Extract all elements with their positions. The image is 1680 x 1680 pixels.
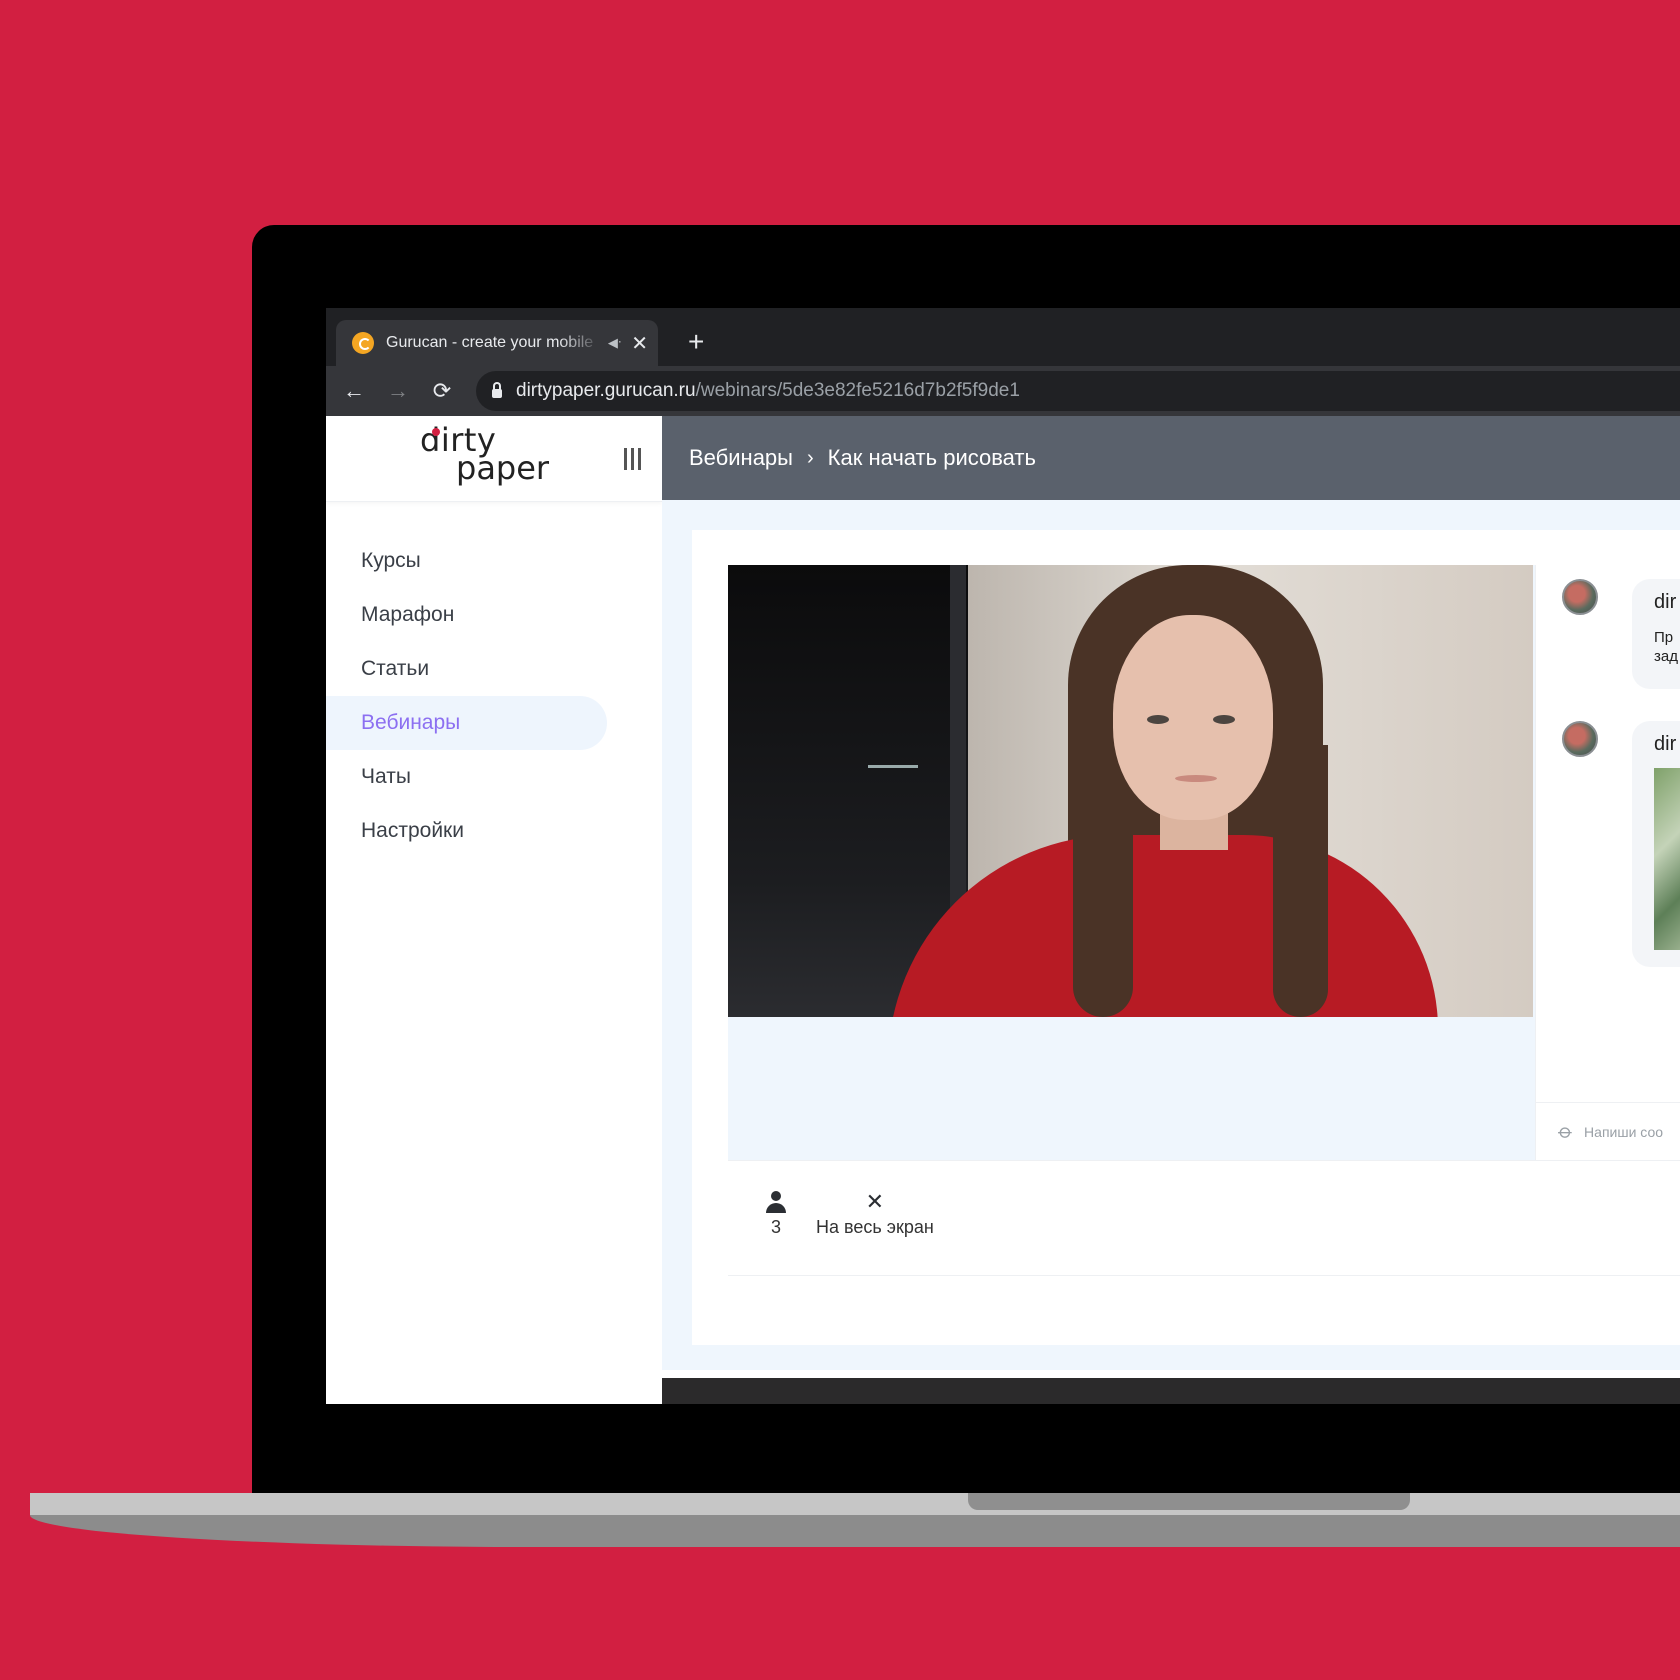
message-bubble: dir Пр зад	[1632, 579, 1680, 689]
menu-toggle-icon[interactable]	[624, 448, 641, 470]
logo-line2: paper	[456, 449, 550, 487]
laptop-base	[30, 1493, 1680, 1515]
browser-toolbar: ← → ⟳ dirtypaper.gurucan.ru/webinars/5de…	[326, 366, 1680, 416]
user-icon	[766, 1191, 786, 1213]
message-author: dir	[1654, 733, 1677, 755]
sidebar-item-webinars[interactable]: Вебинары	[326, 696, 607, 750]
message-bubble: dir	[1632, 721, 1680, 967]
fullscreen-icon: ✕	[865, 1189, 885, 1214]
back-button[interactable]: ←	[332, 378, 376, 404]
dirtypaper-logo[interactable]: dirty paper	[420, 424, 549, 484]
chat-input-placeholder: Напиши соо	[1584, 1123, 1664, 1140]
tab-close-button[interactable]: ✕	[631, 331, 648, 356]
viewers-counter: 3	[766, 1191, 786, 1238]
chat-panel: dir Пр зад dir ⌀ Напиши соо	[1535, 565, 1680, 1160]
new-tab-button[interactable]: +	[688, 326, 704, 358]
webinar-controls: 3 ✕ На весь экран	[728, 1160, 1680, 1276]
paperclip-icon[interactable]: ⌀	[1553, 1118, 1579, 1144]
logo-area: dirty paper	[326, 416, 662, 502]
sidebar-nav: Курсы Марафон Статьи Вебинары Чаты Настр…	[326, 502, 662, 858]
browser-tab[interactable]: Gurucan - create your mobile ◀ᐧ ✕	[336, 320, 658, 366]
message-author: dir	[1654, 591, 1677, 613]
screen: Gurucan - create your mobile ◀ᐧ ✕ + ← → …	[326, 308, 1680, 1404]
forward-button[interactable]: →	[376, 378, 420, 404]
laptop-base-shadow	[30, 1515, 1680, 1547]
breadcrumb-root[interactable]: Вебинары	[689, 445, 793, 471]
lock-icon	[492, 382, 502, 398]
sidebar-item-settings[interactable]: Настройки	[326, 804, 607, 858]
laptop-notch	[968, 1493, 1410, 1510]
tab-title: Gurucan - create your mobile	[386, 334, 594, 351]
fullscreen-button[interactable]: ✕ На весь экран	[816, 1191, 934, 1238]
address-bar[interactable]: dirtypaper.gurucan.ru/webinars/5de3e82fe…	[476, 371, 1680, 411]
message-text-line1: Пр	[1654, 629, 1674, 646]
chevron-right-icon: ›	[806, 446, 814, 469]
breadcrumb: Вебинары › Как начать рисовать	[662, 416, 1680, 500]
avatar	[1562, 721, 1598, 757]
gurucan-favicon-icon	[352, 332, 374, 354]
chat-input[interactable]: ⌀ Напиши соо	[1536, 1102, 1680, 1160]
sidebar-item-courses[interactable]: Курсы	[326, 534, 607, 588]
logo-dot	[432, 428, 440, 436]
fullscreen-label: На весь экран	[816, 1217, 934, 1237]
sidebar: dirty paper Курсы Марафон Статьи Вебинар…	[326, 416, 662, 1404]
breadcrumb-current: Как начать рисовать	[827, 445, 1036, 470]
message-image[interactable]	[1654, 768, 1680, 950]
reload-button[interactable]: ⟳	[420, 378, 464, 404]
url-path: /webinars/5de3e82fe5216d7b2f5f9de1	[695, 380, 1020, 401]
sidebar-item-articles[interactable]: Статьи	[326, 642, 607, 696]
viewers-count: 3	[770, 1217, 781, 1237]
webinar-video[interactable]	[728, 565, 1533, 1017]
sidebar-item-chats[interactable]: Чаты	[326, 750, 607, 804]
sidebar-item-marathon[interactable]: Марафон	[326, 588, 607, 642]
url-host: dirtypaper.gurucan.ru	[516, 380, 696, 401]
footer-bar	[662, 1378, 1680, 1404]
avatar	[1562, 579, 1598, 615]
speaker-muted-icon[interactable]: ◀ᐧ	[608, 335, 621, 351]
browser-tabstrip: Gurucan - create your mobile ◀ᐧ ✕ +	[326, 308, 1680, 366]
message-text-line2: зад	[1654, 648, 1678, 665]
